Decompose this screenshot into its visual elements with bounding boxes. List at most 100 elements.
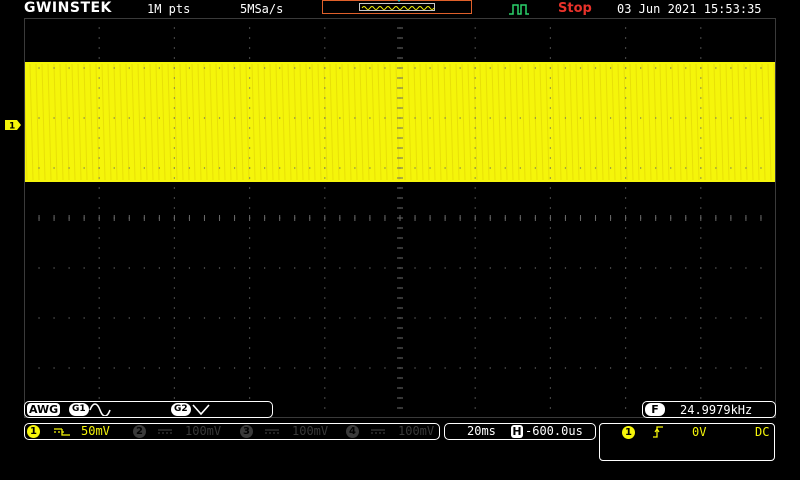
grid-dot: [68, 367, 70, 369]
grid-dot: [128, 317, 130, 319]
grid-dot: [249, 207, 251, 209]
grid-dot: [128, 367, 130, 369]
grid-dot: [474, 387, 476, 389]
grid-dot: [339, 167, 341, 169]
grid-dot: [474, 397, 476, 399]
channel-3-number: 3: [240, 425, 253, 438]
grid-dot: [459, 117, 461, 119]
timebase-status[interactable]: 20ms H -600.0us: [444, 423, 596, 440]
grid-dot: [700, 237, 702, 239]
grid-dot: [173, 167, 175, 169]
grid-dot: [655, 367, 657, 369]
awg-status-box[interactable]: AWG G1 G2: [24, 401, 273, 418]
grid-dot: [429, 117, 431, 119]
grid-dot: [745, 117, 747, 119]
grid-dot: [730, 67, 732, 69]
grid-dot: [474, 337, 476, 339]
grid-dot: [354, 167, 356, 169]
grid-dot: [685, 367, 687, 369]
grid-dot: [203, 117, 206, 119]
grid-dot: [324, 347, 326, 349]
grid-dot: [324, 197, 326, 199]
grid-dot: [700, 147, 702, 149]
grid-dot: [549, 77, 551, 79]
grid-dot: [98, 337, 100, 339]
grid-dot: [249, 167, 251, 169]
grid-dot: [700, 197, 702, 199]
grid-dot: [294, 367, 296, 369]
grid-dot: [474, 197, 476, 199]
grid-dot: [309, 317, 311, 319]
grid-dot: [474, 47, 476, 49]
grid-dot: [324, 367, 326, 369]
grid-dot: [474, 347, 476, 349]
grid-dot: [564, 317, 567, 319]
grid-dot: [474, 177, 476, 179]
grid-dot: [173, 367, 175, 369]
grid-dot: [324, 177, 326, 179]
grid-dot: [309, 367, 311, 369]
grid-dot: [324, 157, 326, 159]
channel-3-scale: 100mV: [292, 424, 329, 438]
grid-dot: [504, 117, 506, 119]
grid-dot: [128, 167, 130, 169]
trigger-status-icon: [509, 4, 529, 15]
frequency-counter[interactable]: F 24.9979kHz: [642, 401, 776, 418]
grid-dot: [414, 367, 416, 369]
grid-dot: [249, 147, 251, 149]
grid-dot: [474, 357, 476, 359]
grid-dot: [173, 137, 175, 139]
grid-dot: [294, 117, 296, 119]
grid-dot: [534, 67, 536, 69]
grid-dot: [173, 147, 175, 149]
dc-coupling-icon: [371, 429, 385, 434]
grid-dot: [730, 317, 732, 319]
trigger-status[interactable]: 1 0V DC: [599, 423, 775, 461]
grid-dot: [474, 297, 476, 299]
grid-dot: [700, 87, 702, 89]
brand-logo: GWINSTEK: [24, 0, 112, 16]
waveform-display[interactable]: [24, 18, 776, 418]
grid-dot: [429, 267, 431, 269]
grid-dot: [309, 167, 311, 169]
ch1-offset-marker-icon[interactable]: 1: [4, 119, 22, 131]
grid-dot: [38, 267, 40, 269]
grid-dot: [98, 87, 100, 89]
grid-dot: [760, 317, 762, 319]
grid-dot: [98, 207, 100, 209]
grid-dot: [549, 197, 551, 199]
grid-dot: [324, 137, 326, 139]
grid-dot: [700, 207, 702, 209]
grid-dot: [700, 367, 702, 369]
grid-dot: [564, 117, 567, 119]
grid-dot: [98, 297, 100, 299]
grid-dot: [474, 307, 476, 309]
ch1-marker-label: 1: [9, 122, 15, 132]
grid-dot: [549, 127, 551, 129]
grid-dot: [625, 347, 627, 349]
grid-dot: [324, 117, 326, 119]
grid-dot: [98, 197, 100, 199]
grid-dot: [625, 157, 627, 159]
run-stop-status[interactable]: Stop: [558, 1, 592, 16]
graticule: [24, 18, 776, 418]
grid-dot: [128, 267, 130, 269]
grid-dot: [173, 87, 175, 89]
trigger-coupling: DC: [755, 425, 770, 439]
grid-dot: [519, 67, 521, 69]
grid-dot: [700, 297, 702, 299]
grid-dot: [294, 167, 296, 169]
grid-dot: [609, 367, 612, 369]
grid-dot: [279, 367, 281, 369]
grid-dot: [173, 127, 175, 129]
grid-dot: [218, 367, 221, 369]
grid-dot: [233, 167, 236, 169]
grid-dot: [549, 237, 551, 239]
grid-dot: [68, 117, 70, 119]
grid-dot: [760, 367, 762, 369]
grid-dot: [98, 137, 100, 139]
grid-dot: [625, 107, 627, 109]
grid-dot: [279, 117, 281, 119]
grid-dot: [354, 267, 356, 269]
grid-dot: [625, 317, 627, 319]
